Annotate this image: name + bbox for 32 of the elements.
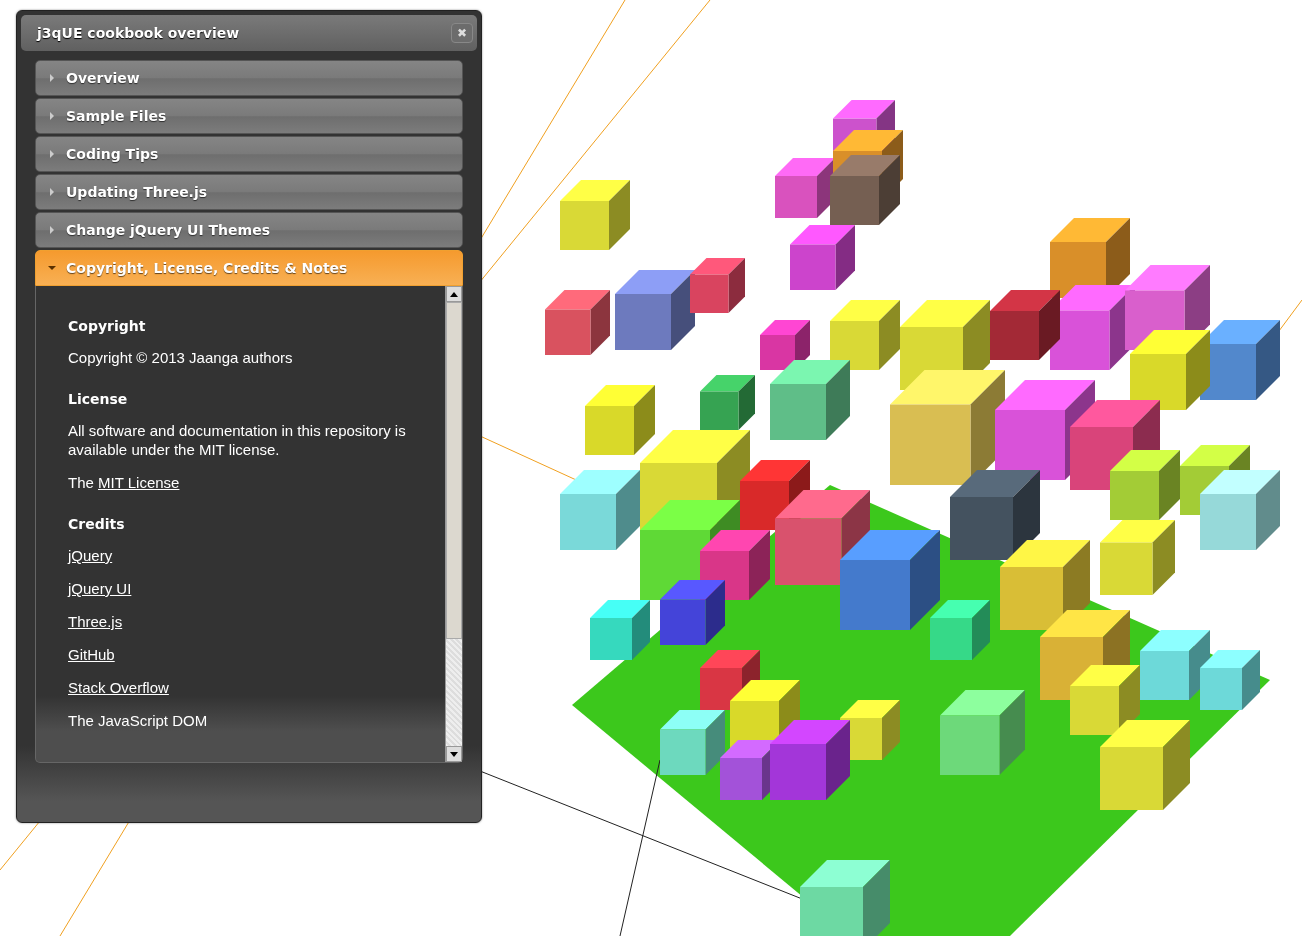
caret-right-icon	[48, 226, 56, 234]
accordion-header[interactable]: Sample Files	[35, 98, 463, 134]
caret-right-icon	[48, 74, 56, 82]
scrollbar-thumb[interactable]	[446, 302, 462, 640]
caret-down-icon	[48, 264, 56, 272]
credit-link[interactable]: jQuery UI	[68, 579, 132, 598]
credit-link[interactable]: jQuery	[68, 546, 113, 565]
section-heading: Copyright	[68, 318, 146, 334]
accordion-header[interactable]: Change jQuery UI Themes	[35, 212, 463, 248]
paragraph-text: The JavaScript DOM	[68, 711, 208, 730]
close-button[interactable]: ✖	[451, 23, 473, 43]
scrollbar[interactable]	[445, 286, 462, 762]
accordion-header[interactable]: Overview	[35, 60, 463, 96]
accordion-header[interactable]: Coding Tips	[35, 136, 463, 172]
accordion-header[interactable]: Updating Three.js	[35, 174, 463, 210]
section-heading: License	[68, 391, 128, 407]
credit-link[interactable]: GitHub	[68, 645, 115, 664]
link-prefix-text: The	[68, 473, 95, 492]
paragraph-text: Copyright © 2013 Jaanga authors	[68, 348, 293, 367]
dialog-title: j3qUE cookbook overview	[37, 25, 240, 41]
license-link[interactable]: MIT License	[98, 473, 180, 492]
credit-link[interactable]: Stack Overflow	[68, 678, 169, 697]
scroll-down-button[interactable]	[446, 746, 462, 762]
caret-right-icon	[48, 150, 56, 158]
credit-link[interactable]: Three.js	[68, 612, 123, 631]
scroll-up-button[interactable]	[446, 286, 462, 302]
arrow-down-icon	[450, 751, 458, 757]
paragraph-text: All software and documentation in this repository is available under the MIT license.	[68, 421, 407, 459]
caret-right-icon	[48, 188, 56, 196]
arrow-up-icon	[450, 291, 458, 297]
caret-right-icon	[48, 112, 56, 120]
section-heading: Credits	[68, 516, 125, 532]
